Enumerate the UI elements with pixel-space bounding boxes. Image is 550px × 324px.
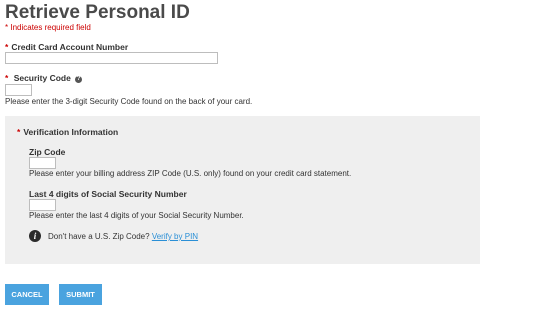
required-marker: * — [5, 42, 9, 52]
security-code-label: * Security Code ? — [5, 73, 83, 83]
no-zip-note: Don't have a U.S. Zip Code? Verify by PI… — [48, 232, 198, 241]
verify-by-pin-link[interactable]: Verify by PIN — [152, 232, 198, 241]
verification-title-text: Verification Information — [23, 127, 119, 137]
ssn-input[interactable] — [29, 199, 56, 211]
info-icon: i — [29, 230, 41, 242]
ssn-help: Please enter the last 4 digits of your S… — [29, 211, 244, 220]
zip-code-label: Zip Code — [29, 147, 66, 157]
cancel-button[interactable]: CANCEL — [5, 284, 49, 305]
question-circle-icon[interactable]: ? — [75, 76, 83, 83]
credit-card-label-text: Credit Card Account Number — [11, 42, 129, 52]
required-marker: * — [5, 23, 9, 32]
credit-card-label: * Credit Card Account Number — [5, 42, 128, 52]
security-code-input[interactable] — [5, 84, 32, 96]
ssn-label: Last 4 digits of Social Security Number — [29, 189, 187, 199]
security-code-help: Please enter the 3-digit Security Code f… — [5, 97, 253, 106]
credit-card-input[interactable] — [5, 52, 218, 64]
submit-button[interactable]: SUBMIT — [59, 284, 102, 305]
required-marker: * — [5, 73, 9, 83]
zip-code-input[interactable] — [29, 157, 56, 169]
security-code-label-text: Security Code — [13, 73, 71, 83]
no-zip-text: Don't have a U.S. Zip Code? — [48, 232, 150, 241]
required-note-text: Indicates required field — [10, 23, 91, 32]
required-field-note: * Indicates required field — [5, 23, 91, 32]
page-title: Retrieve Personal ID — [5, 2, 190, 23]
zip-code-help: Please enter your billing address ZIP Co… — [29, 169, 352, 178]
verification-title: * Verification Information — [17, 127, 118, 137]
required-marker: * — [17, 127, 21, 137]
